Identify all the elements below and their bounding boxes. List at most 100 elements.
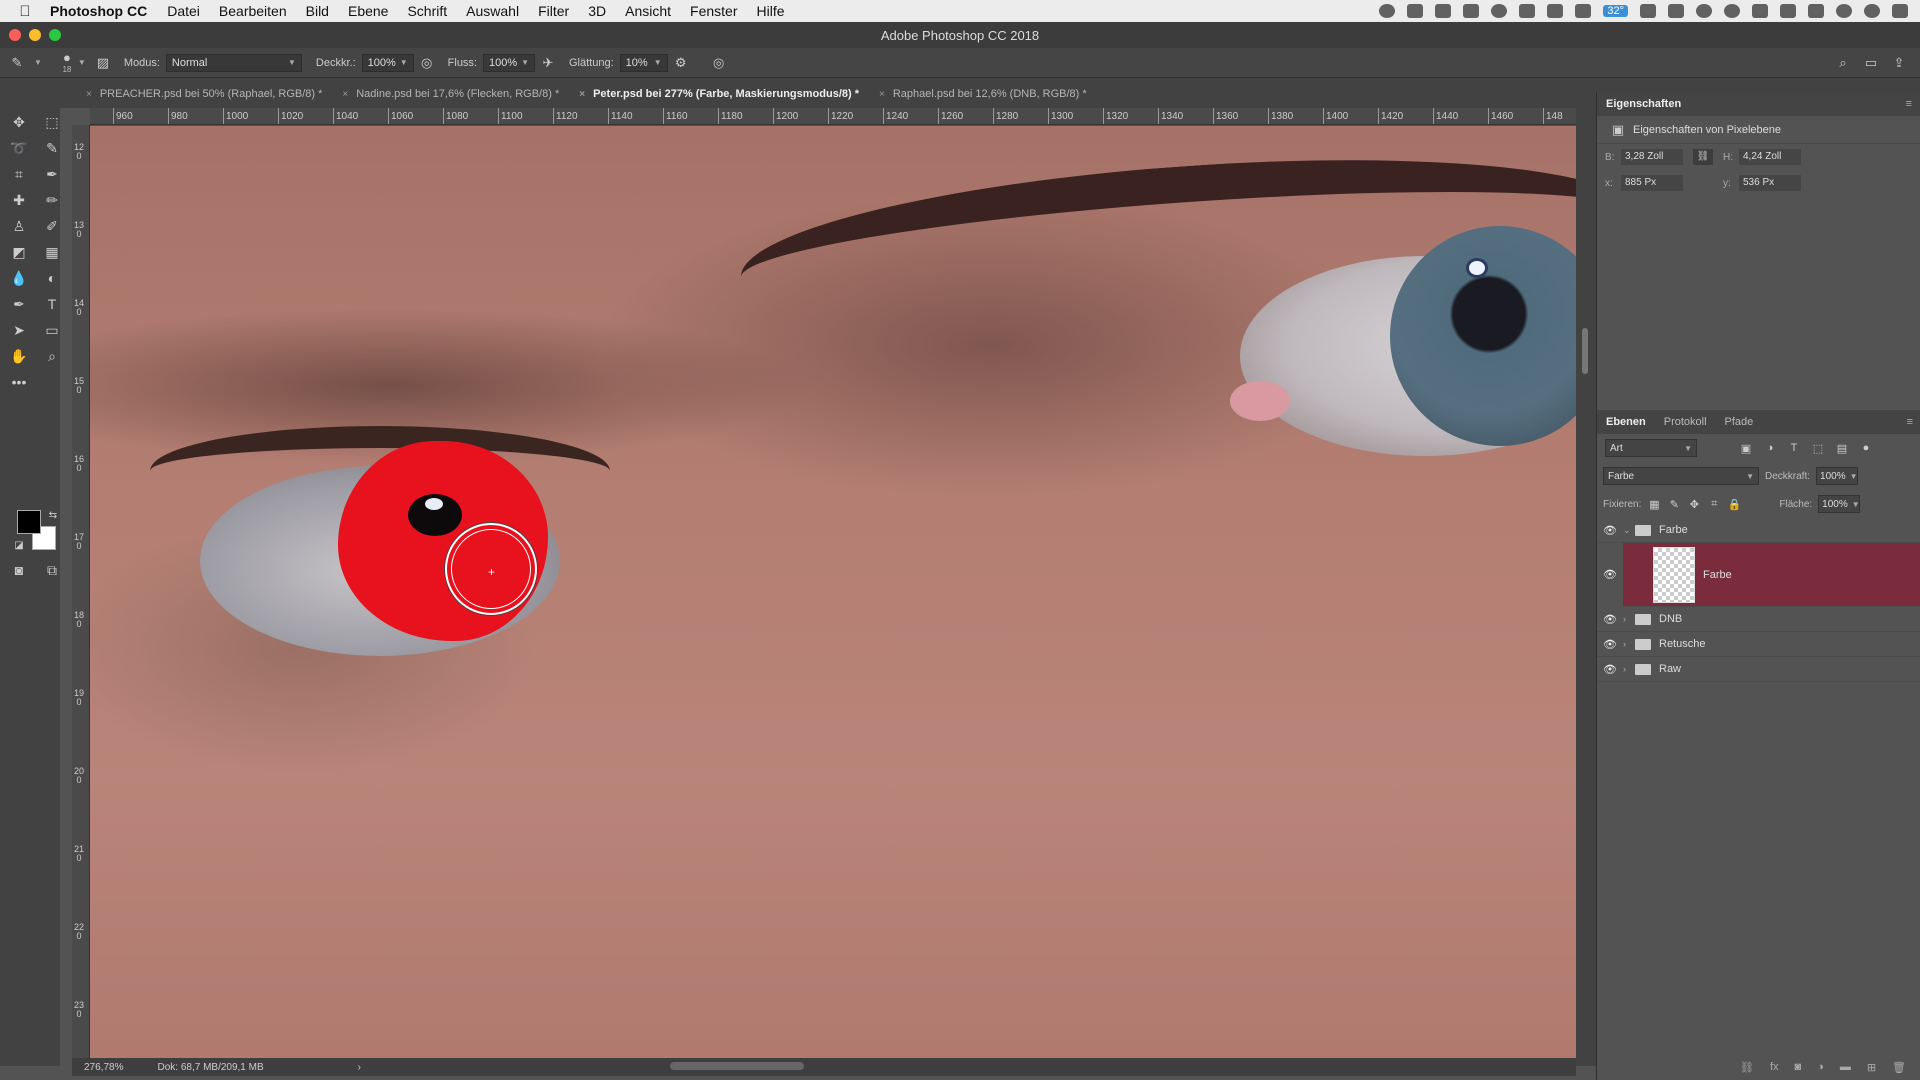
cloud-icon[interactable] (1491, 4, 1508, 18)
rectangle-tool-icon[interactable]: ▭ (41, 320, 63, 340)
tab-layers[interactable]: Ebenen (1597, 416, 1655, 428)
add-mask-icon[interactable]: ◙ (1795, 1061, 1802, 1074)
pressure-size-icon[interactable]: ◎ (712, 55, 726, 70)
y-field[interactable]: 536 Px (1739, 175, 1801, 191)
pressure-opacity-icon[interactable]: ◎ (420, 55, 434, 70)
visibility-eye-icon[interactable]: 👁 (1597, 524, 1623, 537)
tab-preacher[interactable]: × PREACHER.psd bei 50% (Raphael, RGB/8) * (76, 86, 332, 102)
type-tool-icon[interactable]: T (41, 294, 63, 314)
crop-tool-icon[interactable]: ⌗ (8, 164, 30, 184)
dropbox-icon[interactable] (1435, 4, 1452, 18)
menu-ebene[interactable]: Ebene (348, 3, 388, 19)
bluetooth-icon[interactable] (1724, 4, 1740, 18)
zoom-window-button[interactable] (49, 29, 61, 41)
menu-ansicht[interactable]: Ansicht (625, 3, 671, 19)
lock-pixels-icon[interactable]: ✎ (1667, 498, 1681, 511)
siri-icon[interactable] (1864, 4, 1880, 18)
pen-tool-icon[interactable]: ✒ (8, 294, 30, 314)
filter-type-icon[interactable]: T (1787, 442, 1801, 454)
blur-tool-icon[interactable]: 💧 (8, 268, 30, 288)
tab-properties[interactable]: Eigenschaften (1597, 98, 1690, 110)
menu-3d[interactable]: 3D (588, 3, 606, 19)
minimize-window-button[interactable] (29, 29, 41, 41)
hd-icon[interactable] (1640, 4, 1656, 18)
tab-history[interactable]: Protokoll (1655, 416, 1716, 428)
workspace-icon[interactable]: ▭ (1864, 55, 1878, 70)
close-icon[interactable]: × (86, 89, 92, 100)
quick-selection-tool-icon[interactable]: ✎ (41, 138, 63, 158)
flow-field[interactable]: 100% ▼ (483, 53, 535, 72)
close-icon[interactable]: × (342, 89, 348, 100)
document-canvas[interactable]: + (90, 126, 1576, 1058)
eyedropper-tool-icon[interactable]: ✒ (41, 164, 63, 184)
apple-menu-icon[interactable]:  (0, 3, 50, 20)
tab-nadine[interactable]: × Nadine.psd bei 17,6% (Flecken, RGB/8) * (332, 86, 569, 102)
move-tool-icon[interactable]: ✥ (8, 112, 30, 132)
layer-style-icon[interactable]: fx (1770, 1061, 1779, 1074)
notification-center-icon[interactable] (1892, 4, 1908, 18)
battery-icon[interactable] (1808, 4, 1824, 18)
visibility-eye-icon[interactable]: 👁 (1597, 613, 1623, 626)
foreground-color-swatch[interactable] (17, 510, 41, 534)
smoothing-settings-gear-icon[interactable]: ⚙ (674, 55, 688, 70)
hand-tool-icon[interactable]: ✋ (8, 346, 30, 366)
lock-all-icon[interactable]: 🔒 (1727, 498, 1742, 511)
panel-menu-icon[interactable]: ≡ (1906, 98, 1912, 110)
layer-group-raw[interactable]: 👁 › Raw (1597, 657, 1920, 682)
brush-tool-icon[interactable]: ✏ (41, 190, 63, 210)
chevron-right-icon[interactable]: › (1623, 614, 1635, 624)
menu-fenster[interactable]: Fenster (690, 3, 737, 19)
history-brush-tool-icon[interactable]: ✐ (41, 216, 63, 236)
close-icon[interactable]: × (579, 89, 585, 100)
tool-preset-picker[interactable]: ✎ ▼ (10, 55, 42, 70)
menu-bearbeiten[interactable]: Bearbeiten (219, 3, 287, 19)
printer-icon[interactable] (1463, 4, 1480, 18)
delete-layer-icon[interactable]: 🗑 (1892, 1061, 1906, 1074)
close-icon[interactable]: × (879, 89, 885, 100)
new-group-icon[interactable]: ▬ (1840, 1061, 1851, 1074)
smoothing-field[interactable]: 10% ▼ (619, 53, 668, 72)
spotlight-icon[interactable] (1836, 4, 1852, 18)
layer-group-farbe[interactable]: 👁 ⌄ Farbe (1597, 518, 1920, 543)
menu-schrift[interactable]: Schrift (407, 3, 447, 19)
zoom-tool-icon[interactable]: ⌕ (41, 346, 63, 366)
lock-transparency-icon[interactable]: ▦ (1647, 498, 1661, 511)
evernote-icon[interactable] (1519, 4, 1536, 18)
chevron-down-icon[interactable]: ⌄ (1623, 525, 1635, 536)
filter-pixel-icon[interactable]: ▣ (1739, 442, 1753, 455)
close-window-button[interactable] (9, 29, 21, 41)
tab-paths[interactable]: Pfade (1716, 416, 1763, 428)
record-icon[interactable] (1379, 4, 1396, 18)
menu-auswahl[interactable]: Auswahl (466, 3, 519, 19)
filter-adjustment-icon[interactable]: ◑ (1763, 442, 1777, 454)
new-layer-icon[interactable]: ⊞ (1867, 1061, 1876, 1074)
default-colors-icon[interactable]: ◪ (8, 536, 30, 556)
brush-panel-toggle[interactable]: ▨ (96, 55, 110, 70)
display-icon[interactable] (1407, 4, 1424, 18)
marquee-tool-icon[interactable]: ⬚ (41, 112, 63, 132)
menu-datei[interactable]: Datei (167, 3, 200, 19)
quick-mask-mode-icon[interactable]: ◙ (8, 560, 30, 580)
layer-opacity-field[interactable]: 100% ▼ (1816, 467, 1859, 485)
box-icon[interactable] (1575, 4, 1592, 18)
menu-filter[interactable]: Filter (538, 3, 569, 19)
screen-mode-icon[interactable]: ⧉ (41, 560, 63, 580)
kind-filter-select[interactable]: Art ▼ (1605, 439, 1697, 457)
more-tools-icon[interactable]: ••• (8, 372, 30, 392)
airplay-icon[interactable] (1780, 4, 1796, 18)
share-icon[interactable]: ⇪ (1892, 55, 1906, 70)
tab-peter[interactable]: × Peter.psd bei 277% (Farbe, Maskierungsm… (569, 86, 869, 102)
visibility-eye-icon[interactable]: 👁 (1597, 638, 1623, 651)
blend-mode-select[interactable]: Farbe ▼ (1603, 467, 1759, 485)
temperature-badge[interactable]: 32° (1603, 5, 1628, 17)
app-menu[interactable]: Photoshop CC (50, 3, 147, 19)
creative-cloud-icon[interactable] (1696, 4, 1712, 18)
menu-bild[interactable]: Bild (306, 3, 329, 19)
eraser-tool-icon[interactable]: ◩ (8, 242, 30, 262)
layer-farbe-selected[interactable]: Farbe (1623, 543, 1920, 607)
x-field[interactable]: 885 Px (1621, 175, 1683, 191)
wifi-icon[interactable] (1752, 4, 1768, 18)
status-menu-arrow[interactable]: › (358, 1062, 361, 1073)
zoom-level[interactable]: 276,78% (84, 1062, 123, 1073)
gradient-tool-icon[interactable]: ▦ (41, 242, 63, 262)
